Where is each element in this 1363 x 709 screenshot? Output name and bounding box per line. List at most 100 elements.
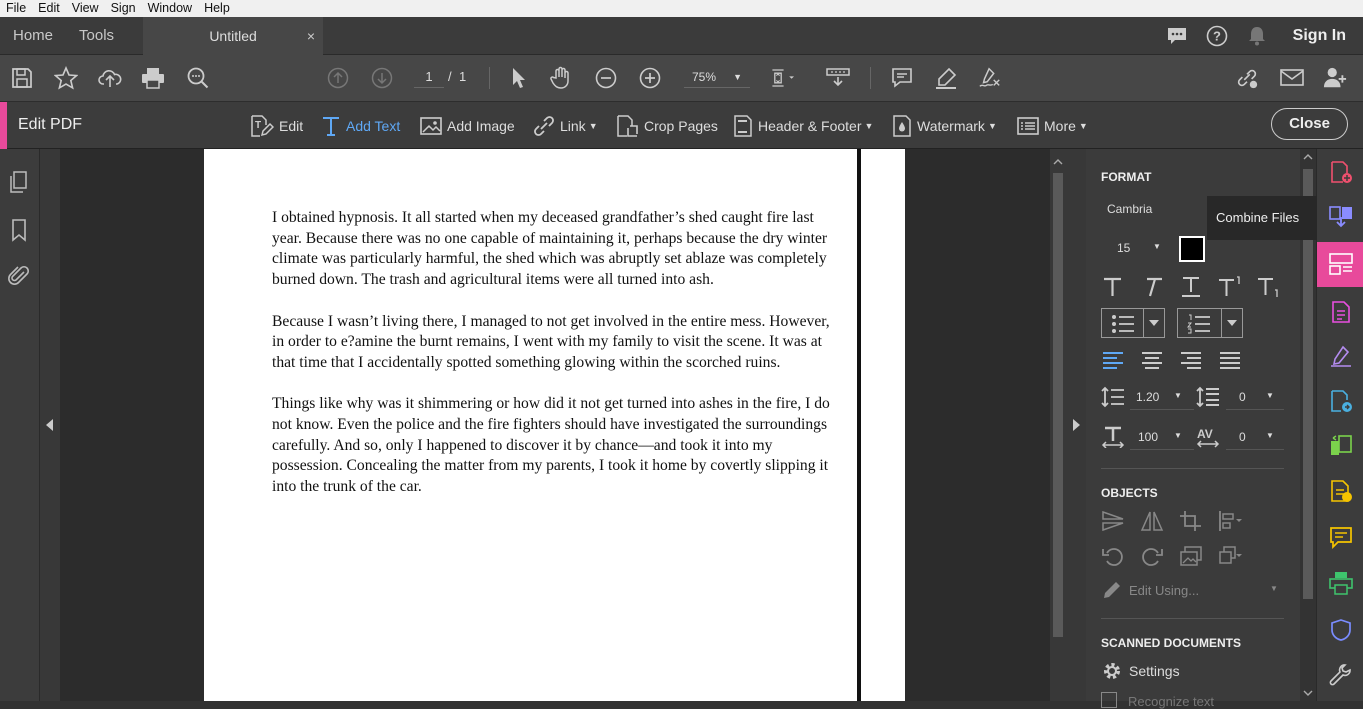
menu-help[interactable]: Help (198, 0, 236, 17)
page-number-input[interactable]: 1 (414, 66, 444, 88)
font-color-swatch[interactable] (1179, 236, 1205, 262)
link-button[interactable]: Link ▼ (533, 114, 598, 138)
scrollbar-thumb[interactable] (1053, 173, 1063, 637)
text-underline-icon[interactable] (1179, 276, 1203, 298)
create-pdf-icon[interactable] (1329, 160, 1353, 184)
wrench-tools-icon[interactable] (1329, 664, 1353, 688)
comment-tool-icon[interactable] (1329, 526, 1353, 550)
flip-horizontal-icon[interactable] (1140, 510, 1164, 532)
zoom-in-icon[interactable] (638, 66, 662, 90)
edit-using-select[interactable]: Edit Using... ▼ (1129, 583, 1278, 598)
menu-file[interactable]: File (0, 0, 32, 17)
font-family-select[interactable]: Cambria (1107, 202, 1152, 216)
flip-vertical-icon[interactable] (1101, 510, 1125, 532)
cloud-upload-icon[interactable] (98, 66, 122, 90)
send-for-signature-icon[interactable] (1329, 389, 1353, 413)
menu-view[interactable]: View (66, 0, 105, 17)
print-production-icon[interactable] (1329, 571, 1353, 595)
combine-files-icon[interactable] (1329, 204, 1353, 228)
sign-pen-icon[interactable] (978, 66, 1002, 90)
export-pdf-icon[interactable] (1329, 300, 1353, 324)
tab-home[interactable]: Home (0, 17, 66, 55)
add-user-icon[interactable] (1323, 66, 1347, 90)
star-icon[interactable] (54, 66, 78, 90)
tab-document[interactable]: Untitled × (143, 16, 324, 55)
watermark-button[interactable]: Watermark ▼ (892, 114, 997, 138)
tab-tools[interactable]: Tools (66, 17, 127, 55)
bookmark-icon[interactable] (8, 218, 30, 242)
menu-edit[interactable]: Edit (32, 0, 66, 17)
rotate-left-icon[interactable] (1101, 545, 1125, 567)
select-arrow-icon[interactable] (506, 66, 530, 90)
fill-sign-icon[interactable] (1329, 344, 1353, 368)
paragraph[interactable]: Things like why was it shimmering or how… (272, 394, 837, 498)
collapse-right-panel-icon[interactable] (1072, 419, 1080, 431)
expand-left-panel-icon[interactable] (46, 419, 54, 431)
line-spacing-select[interactable]: 1.20 ▼ (1136, 390, 1182, 404)
align-left-icon[interactable] (1101, 349, 1125, 371)
fit-page-icon[interactable] (770, 66, 794, 90)
align-justify-icon[interactable] (1218, 349, 1242, 371)
paragraph[interactable]: Because I wasn’t living there, I managed… (272, 312, 837, 374)
gear-icon[interactable] (1101, 660, 1125, 682)
align-center-icon[interactable] (1140, 349, 1164, 371)
add-image-button[interactable]: Add Image (420, 114, 515, 138)
replace-image-icon[interactable] (1179, 545, 1203, 567)
text-superscript-icon[interactable] (1218, 276, 1242, 298)
scroll-mode-icon[interactable] (826, 66, 850, 90)
arrange-objects-icon[interactable] (1218, 545, 1242, 567)
character-spacing-select[interactable]: 0 ▼ (1239, 430, 1274, 444)
comment-bubble-icon[interactable] (1166, 25, 1188, 47)
menu-window[interactable]: Window (142, 0, 198, 17)
highlight-pen-icon[interactable] (934, 66, 958, 90)
rotate-right-icon[interactable] (1140, 545, 1164, 567)
settings-link[interactable]: Settings (1129, 663, 1180, 679)
scroll-up-icon[interactable] (1303, 154, 1313, 160)
next-page-icon[interactable] (370, 66, 394, 90)
organize-pages-icon[interactable] (1329, 434, 1353, 458)
export-document-icon[interactable] (1329, 479, 1353, 503)
email-icon[interactable] (1280, 66, 1304, 90)
text-subscript-icon[interactable] (1257, 276, 1281, 298)
edit-pdf-tool-selected[interactable] (1317, 242, 1363, 287)
document-scrollbar[interactable] (1050, 149, 1066, 701)
crop-object-icon[interactable] (1179, 510, 1203, 532)
zoom-level-select[interactable]: 75% ▼ (684, 66, 750, 88)
search-icon[interactable] (186, 66, 210, 90)
line-spacing-icon[interactable] (1101, 386, 1125, 408)
font-size-select[interactable]: 15 ▼ (1117, 241, 1161, 255)
text-plain-icon[interactable] (1101, 276, 1125, 298)
attachment-icon[interactable] (8, 264, 30, 286)
close-button[interactable]: Close (1271, 108, 1348, 140)
comment-icon[interactable] (890, 66, 914, 90)
hand-tool-icon[interactable] (549, 66, 573, 90)
align-objects-icon[interactable] (1218, 510, 1242, 532)
zoom-out-icon[interactable] (594, 66, 618, 90)
bullet-list-button[interactable] (1101, 308, 1165, 338)
paragraph-spacing-icon[interactable] (1196, 386, 1220, 408)
scroll-down-icon[interactable] (1303, 690, 1313, 696)
recognize-text-checkbox[interactable] (1101, 692, 1117, 708)
paragraph[interactable]: I obtained hypnosis. It all started when… (272, 208, 837, 291)
print-icon[interactable] (141, 66, 165, 90)
tab-close-button[interactable]: × (307, 17, 315, 55)
scroll-up-icon[interactable] (1053, 159, 1063, 165)
sign-in-button[interactable]: Sign In (1293, 27, 1346, 45)
save-icon[interactable] (10, 66, 34, 90)
character-spacing-icon[interactable]: AV (1196, 426, 1220, 448)
edit-button[interactable]: T Edit (248, 114, 303, 138)
horizontal-scale-icon[interactable] (1101, 426, 1125, 448)
menu-sign[interactable]: Sign (105, 0, 142, 17)
page-text[interactable]: I obtained hypnosis. It all started when… (272, 208, 837, 519)
share-link-icon[interactable] (1235, 66, 1259, 90)
paragraph-spacing-select[interactable]: 0 ▼ (1239, 390, 1274, 404)
protect-shield-icon[interactable] (1329, 618, 1353, 642)
prev-page-icon[interactable] (326, 66, 350, 90)
crop-pages-button[interactable]: Crop Pages (615, 114, 718, 138)
more-button[interactable]: More ▼ (1017, 114, 1088, 138)
add-text-button[interactable]: Add Text (321, 114, 400, 138)
header-footer-button[interactable]: Header & Footer ▼ (733, 114, 873, 138)
text-italic-icon[interactable] (1140, 276, 1164, 298)
bell-icon[interactable] (1246, 25, 1268, 47)
page-thumbnails-icon[interactable] (8, 170, 30, 193)
